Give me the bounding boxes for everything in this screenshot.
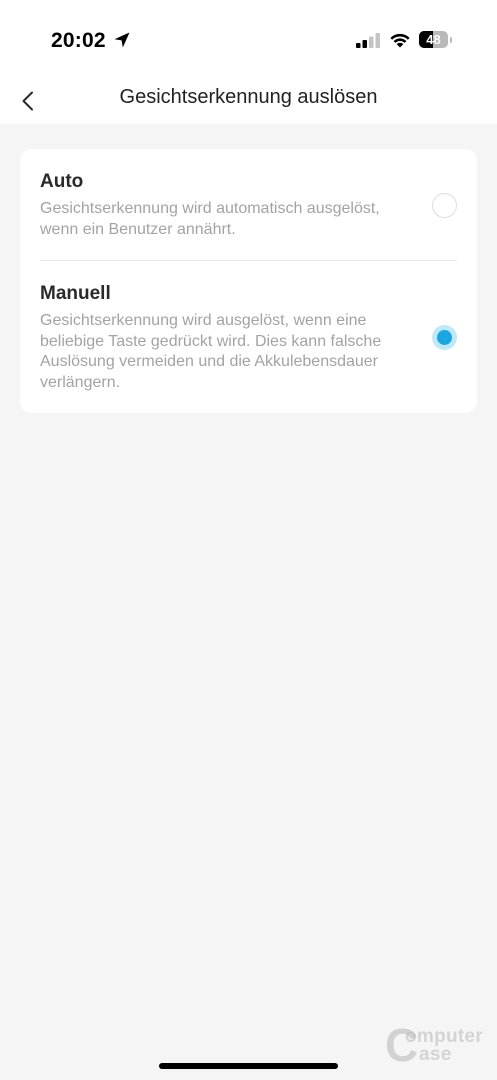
battery-icon: 48 [419,31,452,48]
status-bar: 20:02 48 [0,0,497,78]
options-card: Auto Gesichtserkennung wird automatisch … [20,149,477,413]
radio-manual[interactable] [432,324,457,350]
option-manual[interactable]: Manuell Gesichtserkennung wird ausgelöst… [20,261,477,413]
radio-auto[interactable] [432,193,457,218]
option-description: Gesichtserkennung wird automatisch ausge… [40,200,380,238]
cellular-signal-icon [356,33,380,48]
nav-bar: Gesichtserkennung auslösen [0,78,497,124]
radio-selected-dot [437,329,452,345]
option-title: Manuell [40,283,111,304]
status-time: 20:02 [51,29,106,52]
option-title: Auto [40,171,84,192]
computerbase-watermark: C omputer ase [385,1022,493,1068]
battery-body: 48 [419,31,448,48]
battery-level: 48 [426,32,441,47]
option-auto[interactable]: Auto Gesichtserkennung wird automatisch … [20,149,477,260]
watermark-bottom-text: ase [419,1044,452,1065]
home-indicator[interactable] [159,1063,338,1069]
page-title: Gesichtserkennung auslösen [119,86,378,108]
location-arrow-icon [114,32,130,48]
battery-cap [450,37,452,43]
option-description: Gesichtserkennung wird ausgelöst, wenn e… [40,312,382,391]
wifi-icon [390,33,410,48]
